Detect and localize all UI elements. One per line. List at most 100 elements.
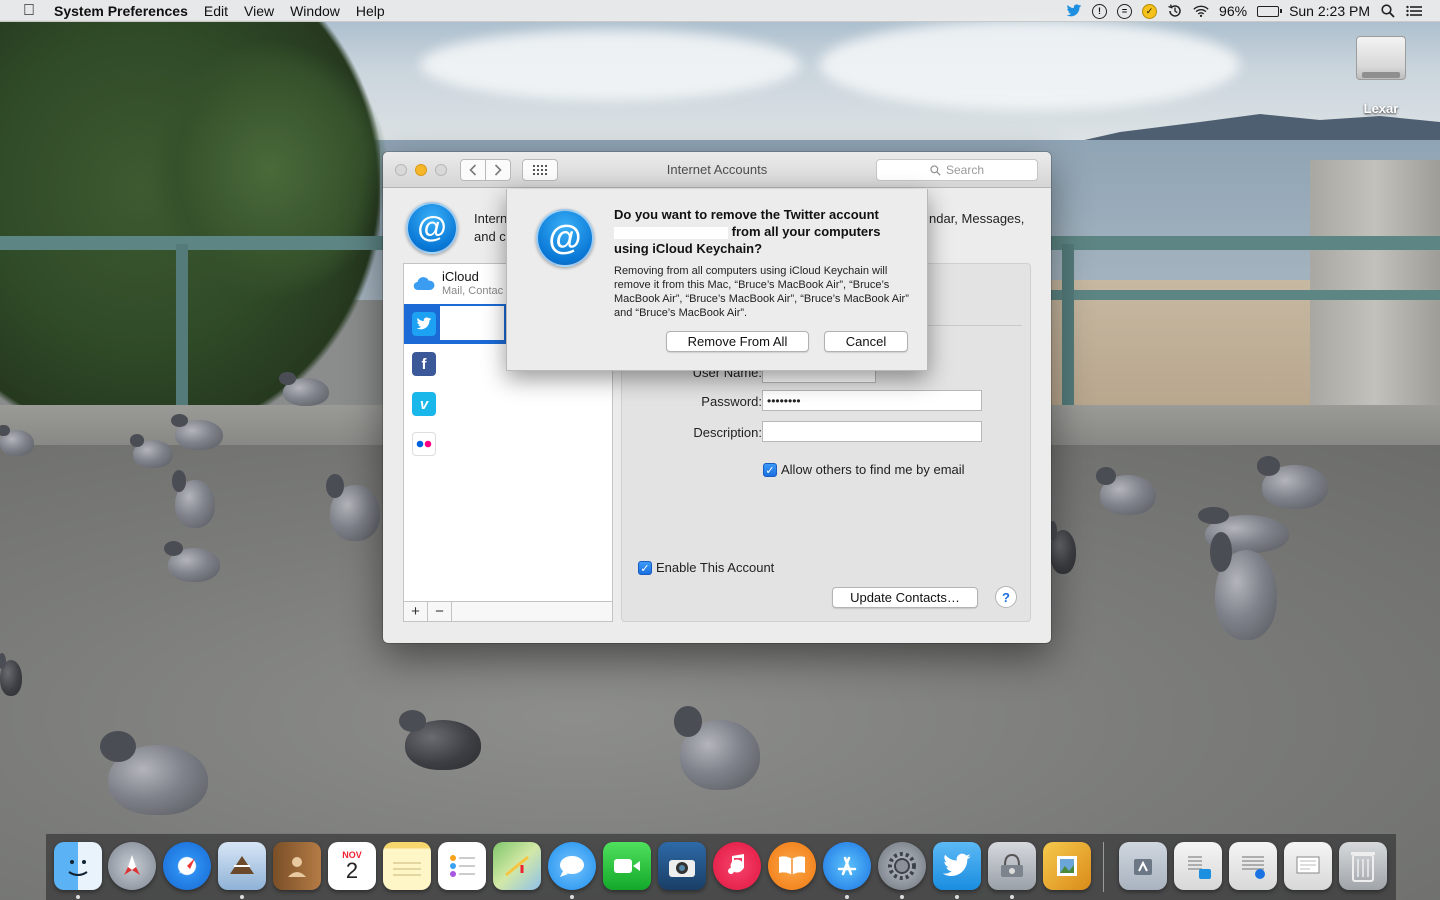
maps-icon[interactable]	[493, 842, 541, 890]
pigeon	[100, 731, 208, 815]
menu-edit[interactable]: Edit	[196, 3, 236, 19]
dock: NOV 2	[46, 833, 1396, 900]
twitter-app-icon[interactable]	[933, 842, 981, 890]
internet-accounts-at-icon: @	[536, 209, 594, 267]
spotlight-icon[interactable]	[1380, 3, 1396, 19]
drive-slot	[1362, 72, 1400, 78]
contacts-icon[interactable]	[273, 842, 321, 890]
dock-separator	[1103, 842, 1104, 892]
wifi-icon[interactable]	[1193, 3, 1209, 19]
pigeon	[163, 541, 220, 582]
twitter-icon[interactable]	[1066, 3, 1082, 19]
remove-account-alert: @ Do you want to remove the Twitter acco…	[506, 189, 928, 371]
password-field[interactable]: ••••••••	[762, 390, 982, 411]
applications-folder-icon[interactable]	[1119, 842, 1167, 890]
tasks-icon[interactable]: ✓	[1142, 3, 1158, 19]
mail-icon[interactable]	[218, 842, 266, 890]
screenshots-stack-icon[interactable]	[1284, 842, 1332, 890]
drive-label[interactable]: Lexar	[1346, 101, 1416, 116]
safari-icon[interactable]	[163, 842, 211, 890]
wallpaper-railing-post	[176, 244, 188, 414]
add-account-button[interactable]: +	[404, 602, 428, 621]
disk-utility-icon[interactable]	[988, 842, 1036, 890]
remove-from-all-button[interactable]: Remove From All	[666, 331, 809, 352]
running-indicator	[955, 895, 959, 899]
pigeon	[1210, 532, 1277, 640]
preview-icon[interactable]	[1043, 842, 1091, 890]
time-machine-icon[interactable]	[1167, 3, 1183, 19]
help-button[interactable]: ?	[995, 586, 1017, 608]
info-icon[interactable]: !	[1092, 3, 1108, 19]
external-drive-icon[interactable]	[1352, 32, 1410, 94]
window-titlebar[interactable]: Internet Accounts Search	[383, 152, 1051, 188]
alert-title-line3: using iCloud Keychain?	[614, 241, 763, 256]
alert-title-line2: from all your computers	[731, 224, 881, 239]
pigeon	[1256, 456, 1328, 509]
wallpaper-railing-post	[1062, 244, 1074, 414]
redacted-account-name	[614, 226, 728, 239]
wallpaper-cloud	[420, 30, 800, 100]
pigeon	[129, 434, 173, 468]
reminders-icon[interactable]	[438, 842, 486, 890]
internet-accounts-at-icon: @	[406, 202, 458, 254]
flickr-icon	[412, 432, 436, 456]
photo-booth-icon[interactable]	[658, 842, 706, 890]
pigeon	[171, 470, 215, 528]
search-placeholder: Search	[945, 163, 985, 177]
wallpaper-railing	[1050, 290, 1440, 300]
wallpaper-cloud	[820, 20, 1240, 110]
finder-icon[interactable]	[54, 842, 102, 890]
calendar-icon[interactable]: NOV 2	[328, 842, 376, 890]
running-indicator	[240, 895, 244, 899]
account-name: iCloud	[442, 269, 479, 284]
facetime-icon[interactable]	[603, 842, 651, 890]
menu-window[interactable]: Window	[282, 3, 348, 19]
documents-stack-icon[interactable]	[1174, 842, 1222, 890]
messages-icon[interactable]	[548, 842, 596, 890]
battery-percent[interactable]: 96%	[1219, 3, 1247, 19]
system-preferences-icon[interactable]	[878, 842, 926, 890]
remove-account-button[interactable]: −	[428, 602, 452, 621]
description-field[interactable]	[762, 421, 982, 442]
pigeon	[673, 706, 760, 790]
allow-find-checkbox[interactable]: ✓	[763, 463, 777, 477]
pigeon	[0, 652, 22, 696]
pigeon	[398, 710, 481, 770]
app-store-icon[interactable]	[823, 842, 871, 890]
allow-find-label[interactable]: Allow others to find me by email	[781, 462, 965, 477]
apple-icon[interactable]: 	[18, 2, 40, 20]
enable-account-label[interactable]: Enable This Account	[656, 560, 774, 575]
chat-icon[interactable]: =	[1117, 3, 1133, 19]
twitter-icon	[412, 312, 436, 336]
facebook-icon: f	[412, 352, 436, 376]
trash-icon[interactable]	[1339, 842, 1387, 890]
menu-app-name[interactable]: System Preferences	[46, 3, 196, 19]
search-icon	[930, 164, 941, 176]
pigeon	[326, 473, 380, 541]
pigeon	[171, 414, 223, 450]
notes-icon[interactable]	[383, 842, 431, 890]
account-row-flickr[interactable]	[404, 424, 612, 464]
downloads-stack-icon[interactable]	[1229, 842, 1277, 890]
update-contacts-button[interactable]: Update Contacts…	[832, 587, 978, 608]
wallpaper-pillar	[1310, 160, 1440, 410]
menu-help[interactable]: Help	[348, 3, 393, 19]
account-row-vimeo[interactable]: v	[404, 384, 612, 424]
alert-title-line1: Do you want to remove the Twitter accoun…	[614, 207, 879, 222]
pigeon	[279, 372, 329, 406]
running-indicator	[900, 895, 904, 899]
enable-account-checkbox[interactable]: ✓	[638, 561, 652, 575]
notification-center-icon[interactable]	[1406, 3, 1422, 19]
launchpad-icon[interactable]	[108, 842, 156, 890]
redacted-account-name	[440, 306, 504, 340]
search-field[interactable]: Search	[876, 159, 1038, 181]
menu-clock[interactable]: Sun 2:23 PM	[1289, 3, 1370, 19]
running-indicator	[76, 895, 80, 899]
cancel-button[interactable]: Cancel	[824, 331, 908, 352]
menu-view[interactable]: View	[236, 3, 282, 19]
description-label: Description:	[693, 425, 762, 440]
itunes-icon[interactable]	[713, 842, 761, 890]
battery-icon[interactable]	[1257, 5, 1283, 17]
ibooks-icon[interactable]	[768, 842, 816, 890]
alert-message: Removing from all computers using iCloud…	[614, 265, 909, 319]
